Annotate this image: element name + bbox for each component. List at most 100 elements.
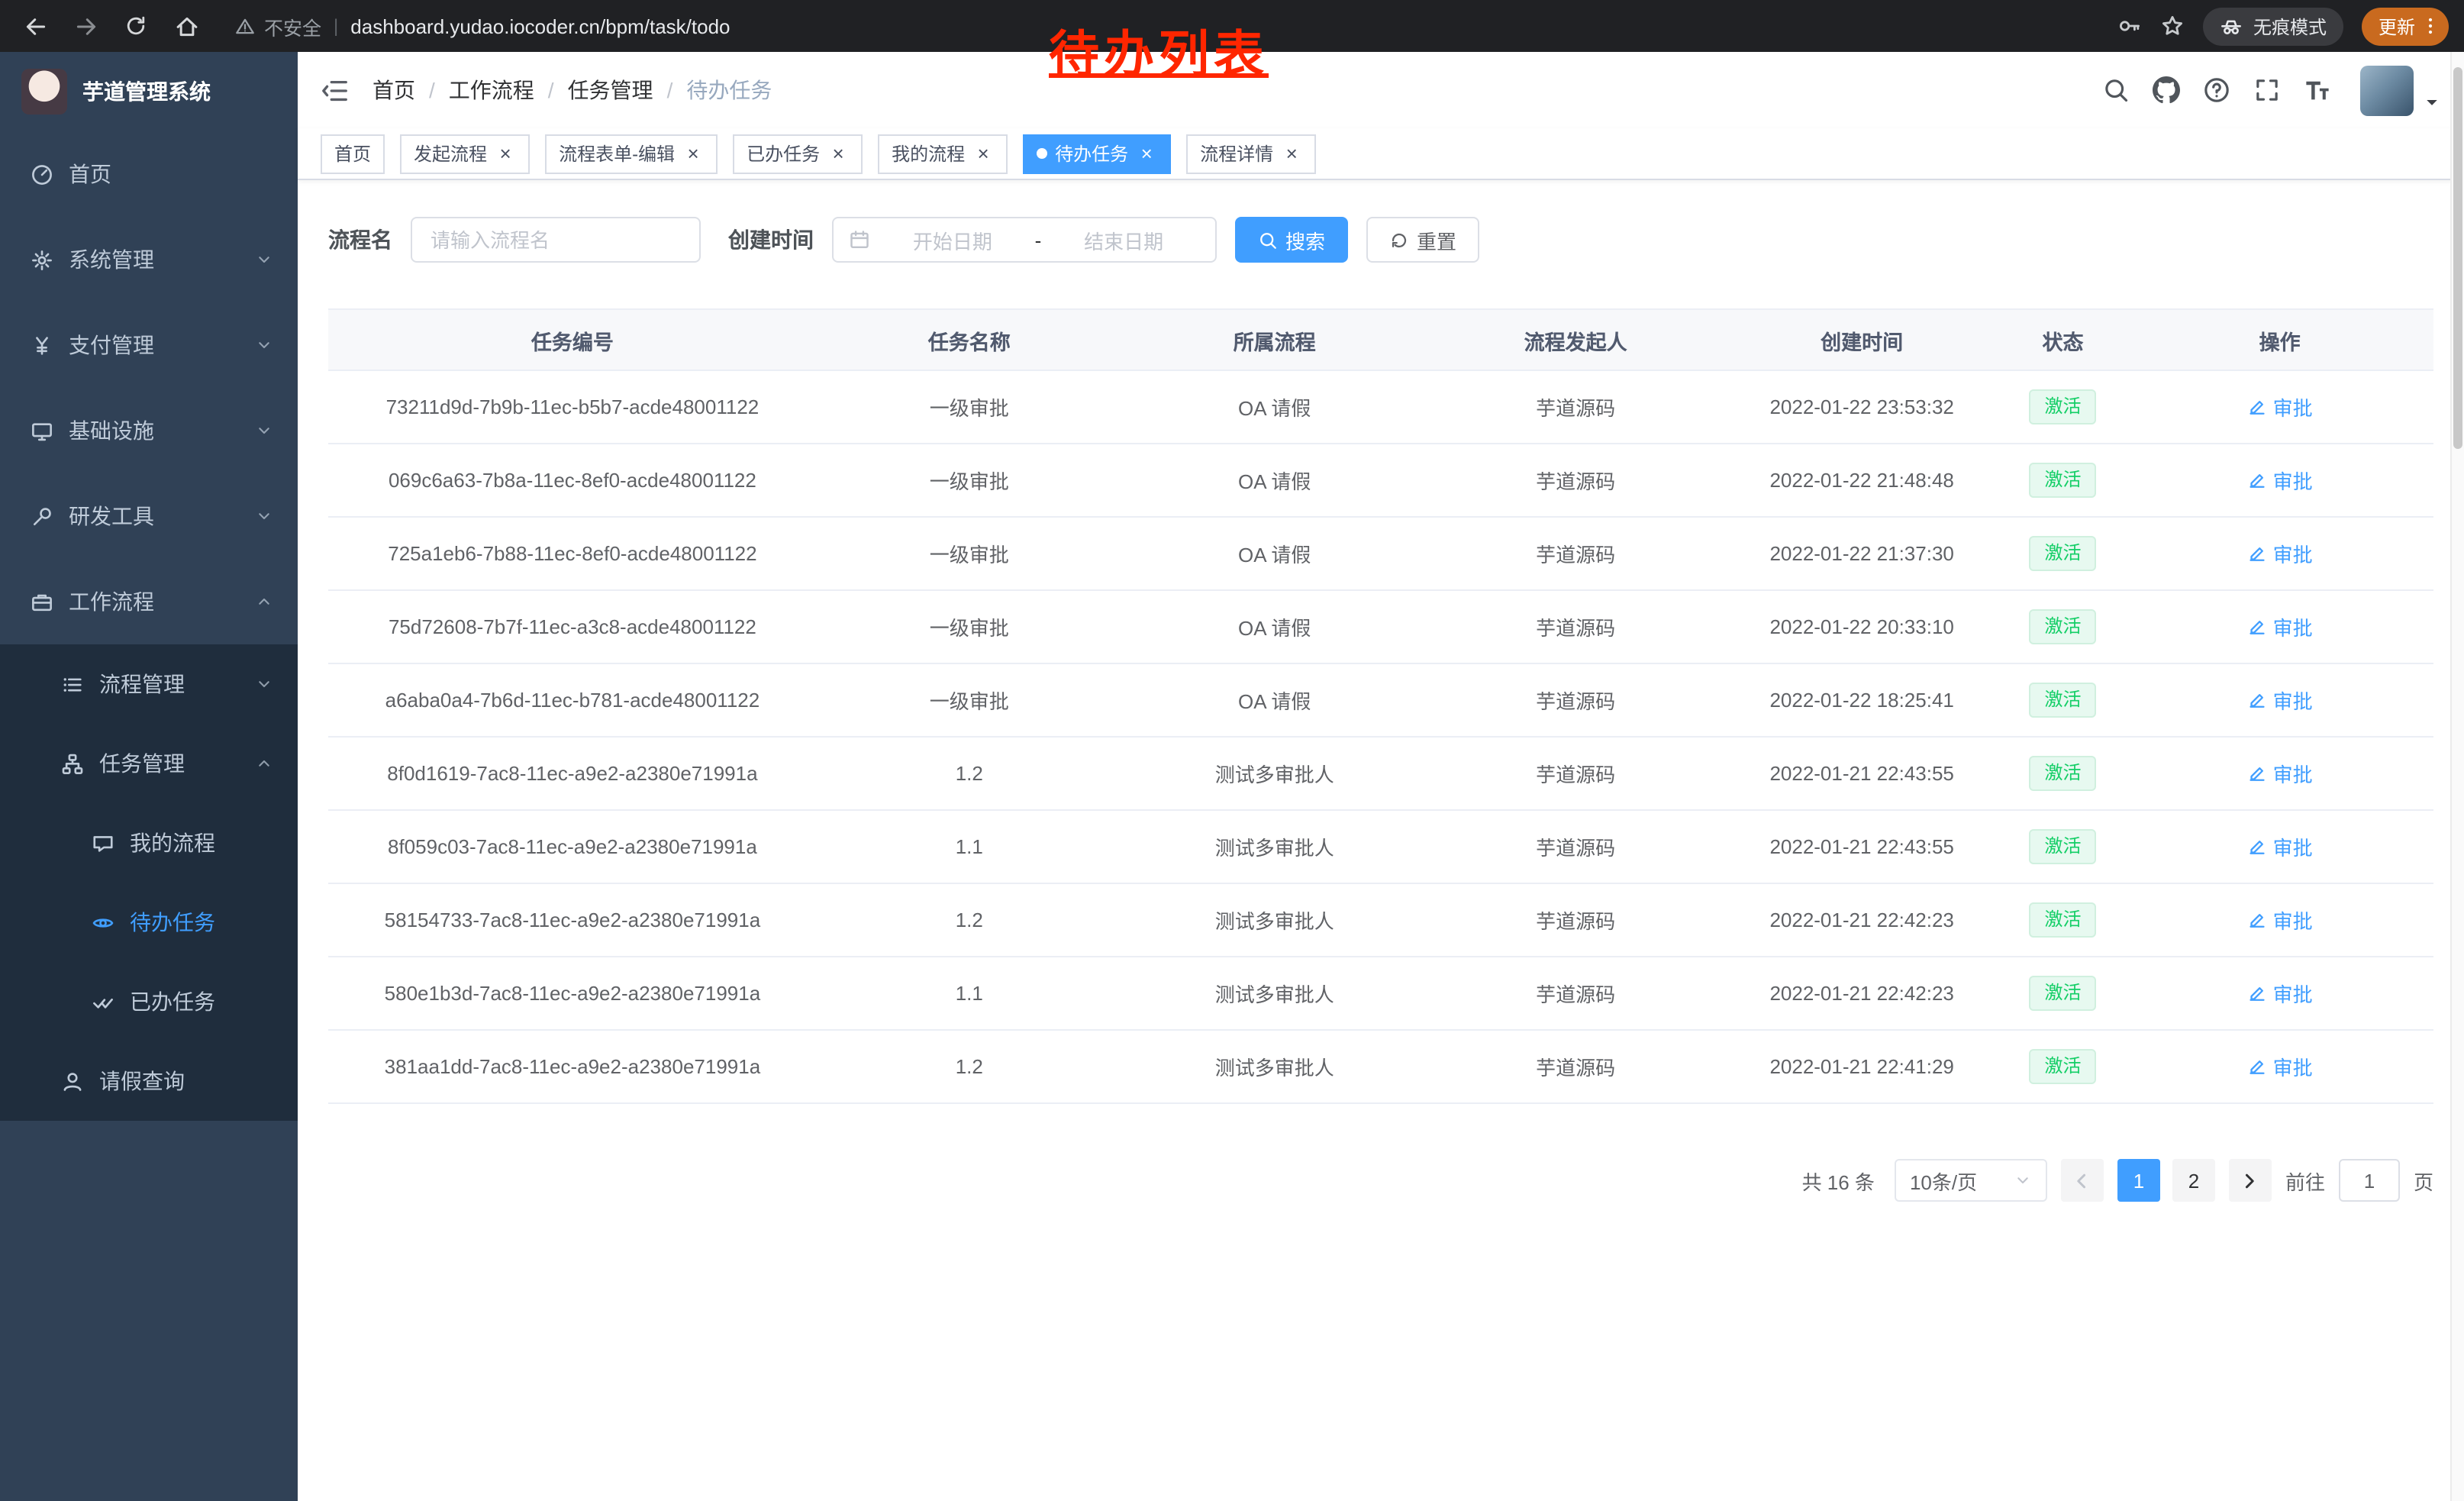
sidebar-item-workflow[interactable]: 工作流程	[0, 559, 298, 644]
font-size-icon[interactable]	[2304, 76, 2331, 104]
back-button[interactable]	[15, 6, 55, 46]
edit-icon	[2247, 983, 2267, 1003]
approve-link[interactable]: 审批	[2247, 832, 2313, 861]
security-status[interactable]: 不安全	[235, 11, 321, 40]
table-row: 58154733-7ac8-11ec-a9e2-a2380e71991a1.2测…	[328, 883, 2433, 957]
scrollbar[interactable]	[2450, 52, 2464, 1501]
sidebar-item-done-tasks[interactable]: 已办任务	[0, 962, 298, 1041]
user-menu[interactable]	[2360, 65, 2441, 115]
bookmark-star-icon[interactable]	[2160, 14, 2185, 38]
calendar-icon	[849, 229, 870, 250]
approve-link[interactable]: 审批	[2247, 686, 2313, 715]
forward-button[interactable]	[66, 6, 105, 46]
chevron-down-icon	[255, 507, 273, 525]
address-bar[interactable]: 不安全 | dashboard.yudao.iocoder.cn/bpm/tas…	[235, 11, 730, 40]
tab-start-process[interactable]: 发起流程×	[400, 134, 530, 173]
help-icon[interactable]	[2203, 76, 2230, 104]
approve-link[interactable]: 审批	[2247, 612, 2313, 641]
app-logo[interactable]: 芋道管理系统	[0, 52, 298, 131]
sidebar-item-infrastructure[interactable]: 基础设施	[0, 388, 298, 473]
password-key-icon[interactable]	[2117, 14, 2142, 38]
cell-process: 测试多审批人	[1122, 810, 1427, 883]
tab-process-detail[interactable]: 流程详情×	[1186, 134, 1316, 173]
approve-link[interactable]: 审批	[2247, 1052, 2313, 1081]
sidebar-item-payment[interactable]: 支付管理	[0, 302, 298, 388]
yen-icon	[31, 334, 53, 357]
sidebar-item-process-mgmt[interactable]: 流程管理	[0, 644, 298, 724]
prev-page-button[interactable]	[2061, 1159, 2104, 1202]
search-icon	[1258, 230, 1278, 250]
next-page-button[interactable]	[2229, 1159, 2272, 1202]
page-button-1[interactable]: 1	[2117, 1159, 2160, 1202]
table-row: 725a1eb6-7b88-11ec-8ef0-acde48001122一级审批…	[328, 517, 2433, 590]
page-content: 流程名 创建时间 开始日期 - 结束日期 搜索 重	[298, 180, 2464, 1501]
table-row: 73211d9d-7b9b-11ec-b5b7-acde48001122一级审批…	[328, 370, 2433, 444]
breadcrumb-separator: /	[548, 78, 554, 102]
search-button[interactable]: 搜索	[1235, 217, 1348, 263]
dashboard-icon	[31, 163, 53, 186]
sidebar-item-label: 待办任务	[130, 907, 215, 938]
approve-link[interactable]: 审批	[2247, 392, 2313, 421]
sidebar-item-home[interactable]: 首页	[0, 131, 298, 217]
reload-button[interactable]	[116, 6, 156, 46]
tab-todo-tasks[interactable]: 待办任务×	[1023, 134, 1171, 173]
sidebar-item-task-mgmt[interactable]: 任务管理	[0, 724, 298, 803]
approve-link[interactable]: 审批	[2247, 759, 2313, 788]
cell-task-name: 一级审批	[817, 590, 1122, 663]
reset-button[interactable]: 重置	[1366, 217, 1479, 263]
kebab-menu-icon[interactable]	[2420, 15, 2441, 37]
process-name-input[interactable]	[411, 217, 701, 263]
close-icon[interactable]: ×	[972, 143, 994, 164]
browser-actions: 无痕模式 更新	[2117, 7, 2449, 45]
date-range-picker[interactable]: 开始日期 - 结束日期	[832, 217, 1217, 263]
incognito-badge: 无痕模式	[2203, 7, 2343, 45]
table-row: 580e1b3d-7ac8-11ec-a9e2-a2380e71991a1.1测…	[328, 957, 2433, 1030]
breadcrumb-item[interactable]: 工作流程	[449, 75, 534, 105]
page-size-select[interactable]: 10条/页	[1895, 1159, 2047, 1202]
breadcrumb: 首页/工作流程/任务管理/待办任务	[373, 75, 772, 105]
close-icon[interactable]: ×	[1281, 143, 1302, 164]
approve-link[interactable]: 审批	[2247, 979, 2313, 1008]
approve-link[interactable]: 审批	[2247, 905, 2313, 934]
cell-task-name: 一级审批	[817, 370, 1122, 444]
sidebar-item-dev-tools[interactable]: 研发工具	[0, 473, 298, 559]
status-badge: 激活	[2030, 829, 2097, 864]
sidebar-item-my-process[interactable]: 我的流程	[0, 803, 298, 883]
breadcrumb-item[interactable]: 任务管理	[568, 75, 653, 105]
tab-done-tasks[interactable]: 已办任务×	[733, 134, 863, 173]
cell-create-time: 2022-01-22 23:53:32	[1724, 370, 2000, 444]
tab-home[interactable]: 首页	[321, 134, 385, 173]
close-icon[interactable]: ×	[827, 143, 849, 164]
cell-initiator: 芋道源码	[1427, 737, 1724, 810]
close-icon[interactable]: ×	[1136, 143, 1157, 164]
home-button[interactable]	[166, 6, 206, 46]
scrollbar-thumb[interactable]	[2453, 67, 2462, 449]
tab-my-process[interactable]: 我的流程×	[878, 134, 1008, 173]
sidebar-collapse-button[interactable]	[321, 76, 350, 105]
table-row: 8f059c03-7ac8-11ec-a9e2-a2380e71991a1.1测…	[328, 810, 2433, 883]
github-icon[interactable]	[2153, 76, 2180, 104]
app-title: 芋道管理系统	[82, 76, 211, 107]
tab-form-edit[interactable]: 流程表单-编辑×	[545, 134, 718, 173]
goto-label: 前往	[2285, 1166, 2325, 1195]
fullscreen-icon[interactable]	[2253, 76, 2281, 104]
chevron-down-icon	[255, 336, 273, 354]
page-button-2[interactable]: 2	[2172, 1159, 2215, 1202]
sidebar-item-system[interactable]: 系统管理	[0, 217, 298, 302]
chevron-up-icon	[255, 592, 273, 611]
cell-task-id: 8f0d1619-7ac8-11ec-a9e2-a2380e71991a	[328, 737, 817, 810]
search-icon[interactable]	[2102, 76, 2130, 104]
breadcrumb-item[interactable]: 首页	[373, 75, 415, 105]
approve-link[interactable]: 审批	[2247, 539, 2313, 568]
close-icon[interactable]: ×	[682, 143, 704, 164]
update-button[interactable]: 更新	[2362, 7, 2449, 45]
tags-bar: 首页发起流程× 流程表单-编辑× 已办任务× 我的流程× 待办任务× 流程详情×	[298, 128, 2464, 180]
approve-link[interactable]: 审批	[2247, 466, 2313, 495]
goto-page-input[interactable]	[2339, 1159, 2400, 1202]
sidebar-item-leave-query[interactable]: 请假查询	[0, 1041, 298, 1121]
cell-task-name: 1.1	[817, 810, 1122, 883]
security-label: 不安全	[264, 11, 321, 40]
close-icon[interactable]: ×	[495, 143, 516, 164]
avatar[interactable]	[2360, 65, 2414, 115]
sidebar-item-todo-tasks[interactable]: 待办任务	[0, 883, 298, 962]
